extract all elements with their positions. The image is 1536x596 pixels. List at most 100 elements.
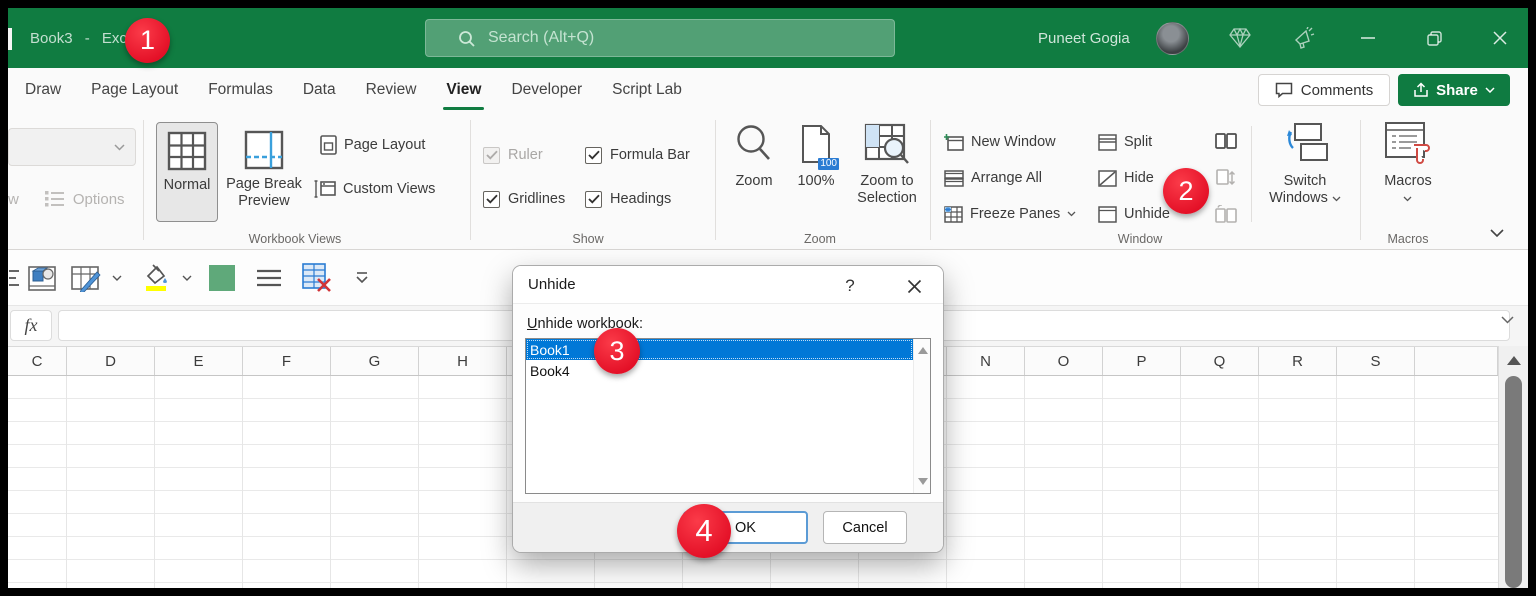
- column-header[interactable]: [1415, 347, 1498, 375]
- new-window-icon: [944, 134, 964, 151]
- tab-formulas[interactable]: Formulas: [193, 68, 288, 112]
- comments-button[interactable]: Comments: [1258, 74, 1390, 106]
- minimize-button[interactable]: [1348, 8, 1388, 68]
- camera-icon[interactable]: [20, 261, 66, 295]
- new-window-button[interactable]: New Window: [944, 124, 1076, 160]
- dialog-close-button[interactable]: [901, 274, 927, 298]
- chevron-down-icon[interactable]: [176, 261, 198, 295]
- column-header[interactable]: P: [1103, 347, 1181, 375]
- vertical-scrollbar[interactable]: [1498, 346, 1528, 588]
- restore-button[interactable]: [1414, 8, 1454, 68]
- draw-table-icon[interactable]: [66, 261, 106, 295]
- scroll-up-icon[interactable]: [918, 347, 928, 354]
- green-color-swatch[interactable]: [198, 261, 246, 295]
- fill-color-icon[interactable]: [134, 261, 176, 295]
- unhide-dialog: Unhide ? Unhide workbook: Book1 Book4 OK…: [513, 266, 943, 552]
- options-label[interactable]: Options: [73, 191, 125, 208]
- premium-diamond-icon[interactable]: [1220, 8, 1260, 68]
- close-button[interactable]: [1480, 8, 1520, 68]
- scrollbar-thumb[interactable]: [1505, 376, 1522, 588]
- split-button[interactable]: Split: [1098, 124, 1170, 160]
- tab-page-layout[interactable]: Page Layout: [76, 68, 193, 112]
- delete-cells-icon[interactable]: [292, 261, 342, 295]
- chevron-down-icon: [114, 144, 125, 151]
- workbook-listbox[interactable]: Book1 Book4: [525, 338, 931, 494]
- account-name[interactable]: Puneet Gogia: [1038, 8, 1130, 68]
- synchronous-scrolling-button[interactable]: [1215, 160, 1237, 196]
- fx-button[interactable]: fx: [10, 310, 52, 341]
- column-header[interactable]: O: [1025, 347, 1103, 375]
- avatar[interactable]: [1156, 22, 1189, 55]
- normal-view-button[interactable]: Normal: [156, 122, 218, 222]
- list-item-book1[interactable]: Book1: [526, 339, 913, 360]
- column-header[interactable]: F: [243, 347, 331, 375]
- checkbox-icon: [585, 147, 602, 164]
- listbox-scrollbar[interactable]: [913, 339, 930, 493]
- dialog-help-button[interactable]: ?: [838, 274, 862, 298]
- cancel-button[interactable]: Cancel: [823, 511, 907, 544]
- tab-draw[interactable]: Draw: [10, 68, 76, 112]
- group-separator: [715, 120, 716, 240]
- column-header[interactable]: Q: [1181, 347, 1259, 375]
- group-label-window: Window: [1100, 232, 1180, 246]
- view-side-by-side-button[interactable]: [1215, 124, 1237, 160]
- freeze-panes-button[interactable]: Freeze Panes: [944, 196, 1076, 232]
- tab-data[interactable]: Data: [288, 68, 351, 112]
- zoom-to-selection-button[interactable]: Zoom to Selection: [850, 120, 924, 208]
- gridlines-checkbox[interactable]: Gridlines: [483, 186, 565, 212]
- search-input[interactable]: Search (Alt+Q): [425, 19, 895, 57]
- align-justify-icon[interactable]: [246, 261, 292, 295]
- column-header[interactable]: N: [947, 347, 1025, 375]
- step-badge-1: 1: [125, 18, 170, 63]
- chevron-down-icon[interactable]: [106, 261, 128, 295]
- headings-checkbox[interactable]: Headings: [585, 186, 671, 212]
- feedback-megaphone-icon[interactable]: [1284, 8, 1324, 68]
- expand-formula-bar-icon[interactable]: [1501, 316, 1514, 324]
- column-header[interactable]: G: [331, 347, 419, 375]
- tab-developer[interactable]: Developer: [496, 68, 597, 112]
- zoom-button[interactable]: Zoom: [726, 120, 782, 190]
- more-commands-icon[interactable]: [342, 261, 382, 295]
- sheet-view-dropdown[interactable]: [8, 128, 136, 166]
- column-header[interactable]: D: [67, 347, 155, 375]
- column-header[interactable]: C: [8, 347, 67, 375]
- chevron-down-icon: [1332, 196, 1341, 202]
- zoom-selection-icon: [864, 120, 910, 168]
- tab-view[interactable]: View: [431, 68, 496, 112]
- dialog-title-bar[interactable]: Unhide: [513, 266, 943, 304]
- title-bar: Book3 - Excel Search (Alt+Q) Puneet Gogi…: [8, 8, 1528, 68]
- tab-script-lab[interactable]: Script Lab: [597, 68, 697, 112]
- collapse-ribbon-button[interactable]: [1486, 224, 1508, 242]
- switch-windows-button[interactable]: Switch Windows: [1262, 118, 1348, 208]
- zoom-100-button[interactable]: 100 100%: [790, 120, 842, 190]
- group-label-zoom: Zoom: [780, 232, 860, 246]
- clipped-text: w: [8, 191, 19, 208]
- reset-window-position-button[interactable]: [1215, 196, 1237, 232]
- active-tab-underline: [443, 107, 484, 110]
- tab-review[interactable]: Review: [351, 68, 432, 112]
- synchronous-scrolling-icon: [1215, 169, 1237, 187]
- freeze-panes-icon: [944, 206, 963, 223]
- column-header[interactable]: S: [1337, 347, 1415, 375]
- macros-icon: [1384, 118, 1432, 168]
- custom-views-button[interactable]: Custom Views: [314, 174, 435, 204]
- ruler-checkbox[interactable]: Ruler: [483, 142, 543, 168]
- formula-bar-checkbox[interactable]: Formula Bar: [585, 142, 690, 168]
- scroll-up-icon[interactable]: [1507, 356, 1521, 365]
- macros-button[interactable]: Macros: [1370, 118, 1446, 208]
- arrange-all-button[interactable]: Arrange All: [944, 160, 1076, 196]
- column-header[interactable]: E: [155, 347, 243, 375]
- column-header[interactable]: H: [419, 347, 507, 375]
- group-separator: [1360, 120, 1361, 240]
- switch-windows-icon: [1281, 118, 1329, 168]
- scroll-down-icon[interactable]: [918, 478, 928, 485]
- page-layout-view-button[interactable]: Page Layout: [320, 130, 425, 160]
- group-separator: [143, 120, 144, 240]
- page-break-preview-button[interactable]: Page Break Preview: [222, 122, 306, 222]
- column-header[interactable]: R: [1259, 347, 1337, 375]
- list-item-book4[interactable]: Book4: [526, 360, 913, 381]
- hide-button[interactable]: Hide: [1098, 160, 1170, 196]
- share-button[interactable]: Share: [1398, 74, 1510, 106]
- unhide-button[interactable]: Unhide: [1098, 196, 1170, 232]
- custom-views-icon: [314, 180, 336, 198]
